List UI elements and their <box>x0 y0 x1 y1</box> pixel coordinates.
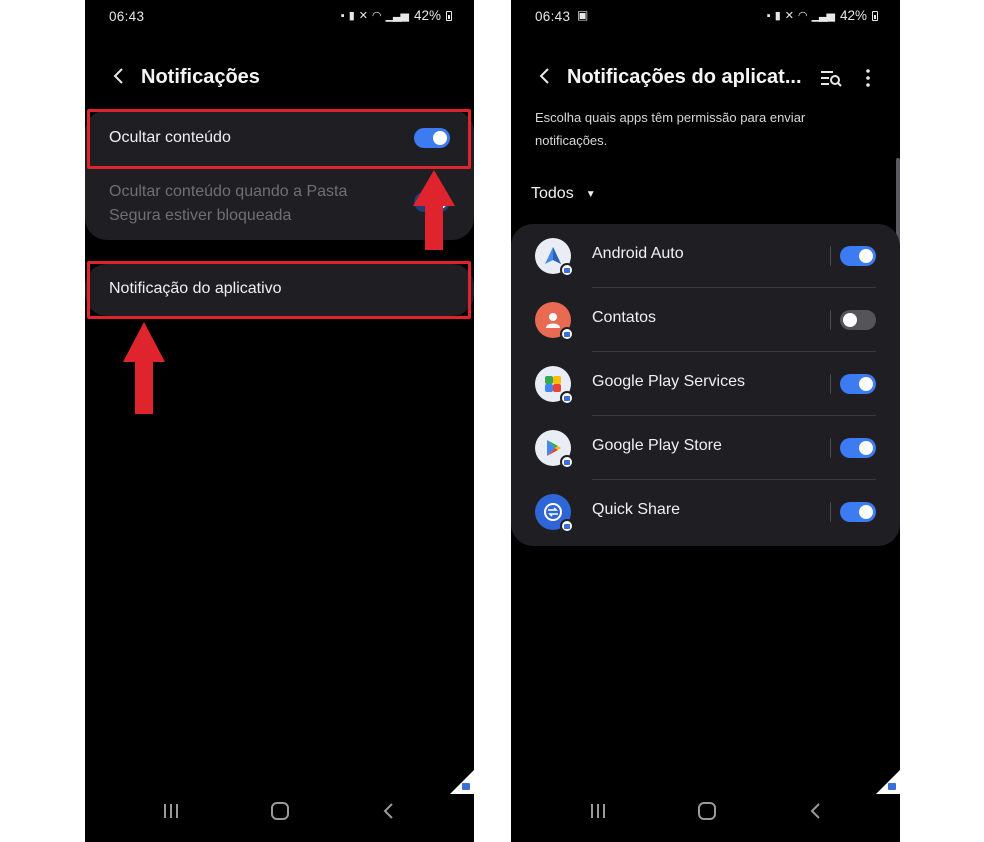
battery-icon <box>872 10 878 21</box>
battery-icon <box>446 10 452 21</box>
play-store-icon <box>535 430 574 469</box>
secure-folder-badge <box>560 327 574 341</box>
notification-icon: ▪ <box>766 9 771 22</box>
notification-icon: ▪ <box>340 9 345 22</box>
gallery-icon: ▣ <box>577 8 589 22</box>
red-arrow-up-icon <box>413 170 455 250</box>
contacts-toggle[interactable] <box>840 310 876 330</box>
phone-screen-app-notifications: 06:43 ▣ ▪ ▮ ✕ ◠ ▁▃▅ 42% Notificações do … <box>511 0 900 842</box>
divider <box>830 374 831 394</box>
mute-icon: ✕ <box>358 10 368 22</box>
recent-apps-icon[interactable] <box>589 802 607 820</box>
page-title: Notificações do aplicat... <box>567 66 802 88</box>
toggle-knob <box>859 377 873 391</box>
app-name: Android Auto <box>592 245 684 262</box>
play-services-toggle[interactable] <box>840 374 876 394</box>
nav-back-icon[interactable] <box>809 802 823 820</box>
status-icons: ▪ ▮ ✕ ◠ ▁▃▅ 42% <box>341 8 452 23</box>
divider <box>830 438 831 458</box>
mute-icon: ✕ <box>784 10 794 22</box>
battery-percent: 42% <box>839 8 867 23</box>
app-list-card: Android Auto Contatos Google Play Servic… <box>511 224 900 546</box>
toggle-knob <box>859 249 873 263</box>
home-icon[interactable] <box>270 802 290 820</box>
page-title: Notificações <box>141 66 260 88</box>
app-header: Notificações do aplicat... <box>511 58 900 98</box>
status-bar: 06:43 ▪ ▮ ✕ ◠ ▁▃▅ 42% <box>85 0 474 32</box>
battery-saver-icon: ▮ <box>348 10 355 22</box>
android-auto-toggle[interactable] <box>840 246 876 266</box>
play-services-icon <box>535 366 574 405</box>
phone-screen-notifications: 06:43 ▪ ▮ ✕ ◠ ▁▃▅ 42% Notificações Ocult… <box>85 0 474 842</box>
nav-back-icon[interactable] <box>382 802 396 820</box>
signal-icon: ▁▃▅ <box>385 10 409 22</box>
home-icon[interactable] <box>697 802 717 820</box>
app-name: Quick Share <box>592 501 681 518</box>
more-options-icon[interactable] <box>856 66 880 90</box>
filter-label: Todos <box>531 185 574 202</box>
app-name: Contatos <box>592 309 657 326</box>
android-auto-icon <box>535 238 574 277</box>
folder-icon <box>888 783 896 790</box>
secure-folder-badge <box>450 770 474 794</box>
back-arrow-icon[interactable] <box>533 66 557 90</box>
back-arrow-icon[interactable] <box>107 66 131 90</box>
app-header: Notificações <box>85 58 474 98</box>
list-item[interactable]: Quick Share <box>511 480 900 544</box>
divider <box>830 502 831 522</box>
quick-share-toggle[interactable] <box>840 502 876 522</box>
toggle-knob <box>859 441 873 455</box>
highlight-app-notifications <box>87 261 471 319</box>
toggle-knob <box>859 505 873 519</box>
app-name: Google Play Store <box>592 437 722 454</box>
play-store-toggle[interactable] <box>840 438 876 458</box>
status-time: 06:43 <box>109 9 145 24</box>
contacts-icon <box>535 302 574 341</box>
toggle-knob <box>843 313 857 327</box>
status-bar: 06:43 ▣ ▪ ▮ ✕ ◠ ▁▃▅ 42% <box>511 0 900 32</box>
battery-percent: 42% <box>413 8 441 23</box>
list-item[interactable]: Google Play Services <box>511 352 900 416</box>
status-time: 06:43 <box>535 9 571 24</box>
list-item[interactable]: Google Play Store <box>511 416 900 480</box>
recent-apps-icon[interactable] <box>162 802 180 820</box>
signal-icon: ▁▃▅ <box>811 10 835 22</box>
secure-folder-badge <box>876 770 900 794</box>
search-list-icon[interactable] <box>819 66 843 90</box>
secure-folder-label: Ocultar conteúdo quando a Pasta Segura e… <box>109 183 348 224</box>
secure-folder-badge <box>560 391 574 405</box>
caret-down-icon: ▼ <box>585 188 596 200</box>
status-icons: ▪ ▮ ✕ ◠ ▁▃▅ 42% <box>767 8 878 23</box>
red-arrow-up-icon <box>123 322 165 414</box>
description-text: Escolha quais apps têm permissão para en… <box>535 110 806 148</box>
battery-saver-icon: ▮ <box>774 10 781 22</box>
navigation-bar <box>511 798 900 828</box>
secure-folder-badge <box>560 263 574 277</box>
filter-dropdown[interactable]: Todos ▼ <box>531 185 596 203</box>
highlight-hide-content <box>87 109 471 169</box>
divider <box>830 246 831 266</box>
list-item[interactable]: Android Auto <box>511 224 900 288</box>
secure-folder-badge <box>560 519 574 533</box>
divider <box>830 310 831 330</box>
list-item[interactable]: Contatos <box>511 288 900 352</box>
quick-share-icon <box>535 494 574 533</box>
navigation-bar <box>85 798 474 828</box>
wifi-icon: ◠ <box>797 10 808 22</box>
secure-folder-badge <box>560 455 574 469</box>
wifi-icon: ◠ <box>371 10 382 22</box>
app-name: Google Play Services <box>592 373 745 390</box>
folder-icon <box>462 783 470 790</box>
